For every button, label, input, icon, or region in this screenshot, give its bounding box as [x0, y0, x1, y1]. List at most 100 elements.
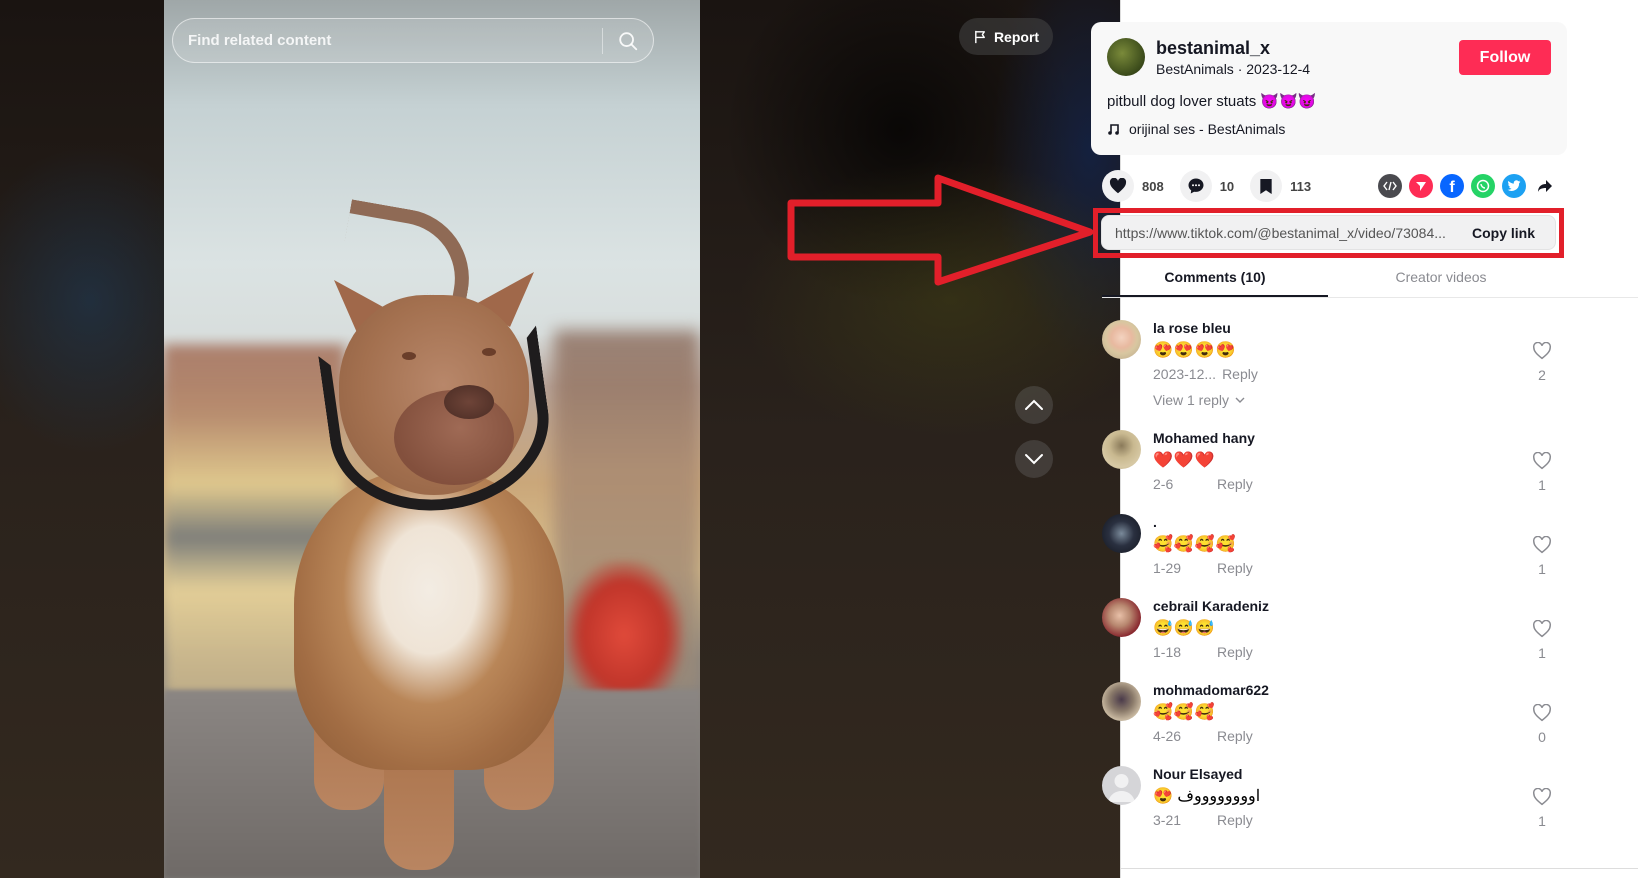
twitter-share-button[interactable]: [1502, 174, 1526, 198]
comment-like-count: 0: [1538, 729, 1546, 745]
comment-text: 😍 اووووووووف: [1153, 788, 1261, 805]
commenter-name[interactable]: Nour Elsayed: [1153, 766, 1242, 782]
commenter-avatar[interactable]: [1102, 598, 1141, 637]
comment-text: ❤️❤️❤️: [1153, 452, 1216, 469]
search-icon: [619, 31, 638, 50]
comment-date: 2-6: [1153, 476, 1174, 492]
comment-date: 1-29: [1153, 560, 1182, 576]
comment-like-button[interactable]: 0: [1530, 703, 1554, 745]
caption-emojis: 😈😈😈: [1260, 93, 1317, 110]
heart-outline-icon: [1533, 787, 1551, 806]
comment-button[interactable]: 10: [1179, 170, 1235, 202]
comment-meta: 2-6 Reply: [1153, 476, 1253, 492]
comment-date: 4-26: [1153, 728, 1182, 744]
view-replies-label: View 1 reply: [1153, 392, 1230, 408]
music-link[interactable]: orijinal ses - BestAnimals: [1107, 121, 1285, 137]
view-replies-button[interactable]: View 1 reply: [1153, 392, 1245, 408]
related-search-bar: [172, 18, 654, 63]
dog-body: [294, 470, 564, 770]
related-search-input[interactable]: [173, 32, 602, 49]
comment-date: 2023-12...: [1153, 366, 1217, 382]
video-link-field[interactable]: https://www.tiktok.com/@bestanimal_x/vid…: [1101, 215, 1556, 250]
whatsapp-share-button[interactable]: [1471, 174, 1495, 198]
chevron-down-icon: [1025, 454, 1043, 465]
comment-like-button[interactable]: 1: [1530, 619, 1554, 661]
commenter-avatar[interactable]: [1102, 430, 1141, 469]
reply-button[interactable]: Reply: [1222, 366, 1258, 382]
save-count: 113: [1290, 178, 1312, 194]
commenter-avatar[interactable]: [1102, 514, 1141, 553]
comment-date: 3-21: [1153, 812, 1182, 828]
author-avatar[interactable]: [1107, 38, 1145, 76]
follow-button[interactable]: Follow: [1459, 40, 1551, 75]
save-button[interactable]: 113: [1250, 170, 1311, 202]
like-button[interactable]: 808: [1102, 170, 1164, 202]
previous-video-button[interactable]: [1015, 386, 1053, 424]
comment-meta: 1-29 Reply: [1153, 560, 1253, 576]
post-date: 2023-12-4: [1246, 61, 1311, 77]
facebook-share-button[interactable]: f: [1440, 174, 1464, 198]
comment-item: cebrail Karadeniz 😅😅😅 1-18 Reply 1: [1102, 596, 1562, 676]
reply-button[interactable]: Reply: [1217, 812, 1253, 828]
commenter-name[interactable]: mohmadomar622: [1153, 682, 1269, 698]
video-url[interactable]: https://www.tiktok.com/@bestanimal_x/vid…: [1115, 225, 1454, 241]
comment-date: 1-18: [1153, 644, 1182, 660]
comment-text: 🥰🥰🥰: [1153, 704, 1216, 721]
heart-icon: [1109, 178, 1127, 194]
reply-button[interactable]: Reply: [1217, 644, 1253, 660]
tab-creator-videos[interactable]: Creator videos: [1328, 262, 1554, 297]
comment-like-count: 1: [1538, 813, 1546, 829]
tab-comments[interactable]: Comments (10): [1102, 262, 1328, 297]
author-username[interactable]: bestanimal_x: [1156, 38, 1270, 59]
send-to-friends-icon: [1416, 182, 1426, 191]
more-share-button[interactable]: [1533, 174, 1557, 198]
separator-dot: ·: [1237, 61, 1247, 77]
comment-count: 10: [1219, 178, 1235, 194]
search-button[interactable]: [603, 18, 653, 63]
comment-icon: [1188, 178, 1204, 194]
reply-button[interactable]: Reply: [1217, 560, 1253, 576]
commenter-avatar[interactable]: [1102, 320, 1141, 359]
comment-text: 😅😅😅: [1153, 620, 1216, 637]
comment-like-count: 1: [1538, 477, 1546, 493]
comment-meta: 2023-12... Reply: [1153, 366, 1258, 382]
dog-tail: [338, 199, 480, 301]
comment-meta: 4-26 Reply: [1153, 728, 1253, 744]
comment-text: 🥰🥰🥰🥰: [1153, 536, 1237, 553]
next-video-button[interactable]: [1015, 440, 1053, 478]
heart-outline-icon: [1533, 451, 1551, 470]
reply-button[interactable]: Reply: [1217, 476, 1253, 492]
commenter-name[interactable]: cebrail Karadeniz: [1153, 598, 1269, 614]
heart-outline-icon: [1533, 341, 1551, 360]
send-to-friends-button[interactable]: [1409, 174, 1433, 198]
comment-like-button[interactable]: 1: [1530, 535, 1554, 577]
comment-item: mohmadomar622 🥰🥰🥰 4-26 Reply 0: [1102, 680, 1562, 760]
whatsapp-icon: [1476, 179, 1490, 193]
commenter-name[interactable]: la rose bleu: [1153, 320, 1231, 336]
report-button[interactable]: Report: [959, 18, 1053, 55]
author-display-name: BestAnimals: [1156, 61, 1234, 77]
comment-text: 😍😍😍😍: [1153, 342, 1237, 359]
music-note-icon: [1108, 124, 1119, 135]
commenter-name[interactable]: .: [1153, 514, 1157, 530]
comment-like-button[interactable]: 1: [1530, 451, 1554, 493]
chevron-up-icon: [1025, 399, 1043, 410]
embed-button[interactable]: [1378, 174, 1402, 198]
report-label: Report: [993, 28, 1040, 45]
video-player[interactable]: [164, 0, 700, 878]
comment-like-count: 1: [1538, 645, 1546, 661]
copy-link-button[interactable]: Copy link: [1454, 225, 1555, 241]
share-arrow-icon: [1538, 180, 1552, 192]
comment-like-count: 1: [1538, 561, 1546, 577]
commenter-name[interactable]: Mohamed hany: [1153, 430, 1255, 446]
comment-input-divider: [1120, 868, 1638, 869]
share-icons: f: [1378, 174, 1557, 198]
reply-button[interactable]: Reply: [1217, 728, 1253, 744]
comment-like-button[interactable]: 1: [1530, 787, 1554, 829]
commenter-avatar[interactable]: [1102, 682, 1141, 721]
heart-outline-icon: [1533, 619, 1551, 638]
comment-item: Nour Elsayed 😍 اووووووووف 3-21 Reply 1: [1102, 764, 1562, 844]
commenter-avatar-default[interactable]: [1102, 766, 1141, 805]
embed-icon: [1383, 181, 1397, 191]
comment-like-button[interactable]: 2: [1530, 341, 1554, 383]
